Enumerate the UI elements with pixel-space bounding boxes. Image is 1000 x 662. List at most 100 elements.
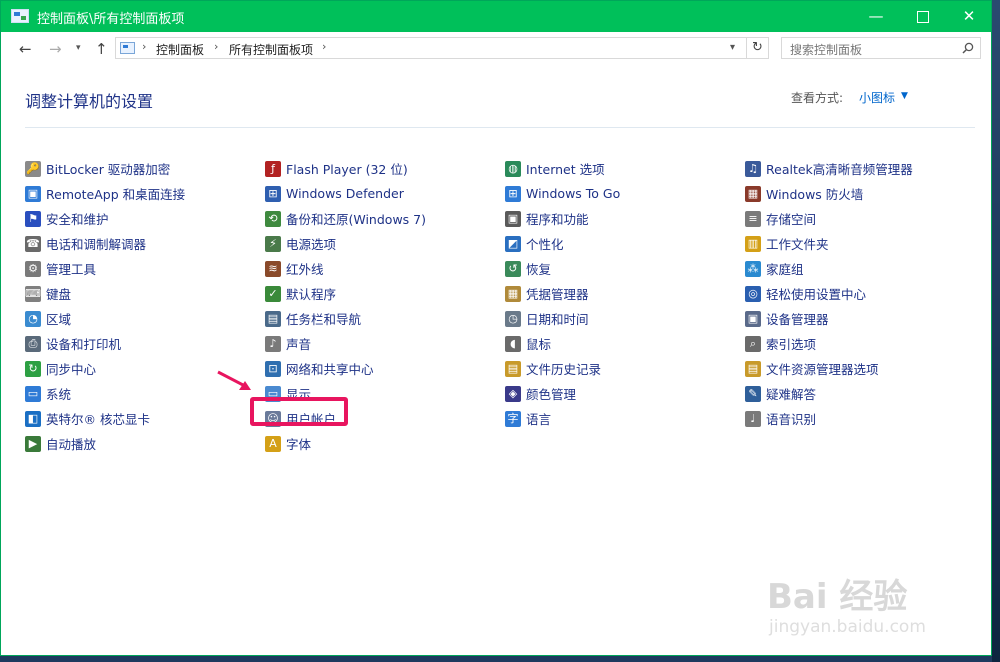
control-panel-item-label[interactable]: 日期和时间	[526, 309, 589, 328]
recent-locations-button[interactable]: ▾	[76, 43, 81, 53]
control-panel-item[interactable]: ▣ RemoteApp 和桌面连接	[25, 181, 255, 206]
forward-button[interactable]: →	[49, 40, 62, 58]
control-panel-item-label[interactable]: 索引选项	[766, 334, 816, 353]
control-panel-item-label[interactable]: 同步中心	[46, 359, 96, 378]
control-panel-item[interactable]: ⁂ 家庭组	[745, 256, 975, 281]
control-panel-item[interactable]: ⊞ Windows Defender	[265, 181, 495, 206]
control-panel-item-label[interactable]: 设备和打印机	[46, 334, 121, 353]
control-panel-item-label[interactable]: 电源选项	[286, 234, 336, 253]
search-input[interactable]: 搜索控制面板	[790, 41, 862, 58]
control-panel-item-label[interactable]: 区域	[46, 309, 71, 328]
control-panel-item[interactable]: ⌨ 键盘	[25, 281, 255, 306]
control-panel-item[interactable]: ▶ 自动播放	[25, 431, 255, 456]
control-panel-item-label[interactable]: 设备管理器	[766, 309, 829, 328]
control-panel-item-label[interactable]: 个性化	[526, 234, 564, 253]
chevron-down-icon[interactable]: ▼	[901, 91, 908, 101]
control-panel-item-label[interactable]: 工作文件夹	[766, 234, 829, 253]
control-panel-item[interactable]: ⌕ 索引选项	[745, 331, 975, 356]
back-button[interactable]: ←	[19, 40, 32, 58]
control-panel-item-label[interactable]: 存储空间	[766, 209, 816, 228]
control-panel-item-label[interactable]: 英特尔® 核芯显卡	[46, 409, 150, 428]
title-bar[interactable]: 控制面板\所有控制面板项 — ✕	[1, 1, 991, 32]
control-panel-item[interactable]: ♫ Realtek高清晰音频管理器	[745, 156, 975, 181]
control-panel-item-label[interactable]: 语音识别	[766, 409, 816, 428]
control-panel-item-label[interactable]: Flash Player (32 位)	[286, 159, 408, 178]
control-panel-item[interactable]: ✎ 疑难解答	[745, 381, 975, 406]
breadcrumb-all-items[interactable]: 所有控制面板项	[229, 41, 313, 58]
control-panel-item-label[interactable]: 任务栏和导航	[286, 309, 361, 328]
control-panel-item[interactable]: ⊞ Windows To Go	[505, 181, 735, 206]
control-panel-item-label[interactable]: 默认程序	[286, 284, 336, 303]
control-panel-item-label[interactable]: 疑难解答	[766, 384, 816, 403]
control-panel-item-label[interactable]: 文件资源管理器选项	[766, 359, 879, 378]
refresh-button[interactable]: ↻	[747, 37, 769, 59]
breadcrumb-separator[interactable]: ›	[214, 40, 218, 53]
control-panel-item[interactable]: ▤ 任务栏和导航	[265, 306, 495, 331]
control-panel-item[interactable]: ◔ 区域	[25, 306, 255, 331]
control-panel-item-label[interactable]: Windows Defender	[286, 186, 404, 201]
control-panel-item[interactable]: ⟲ 备份和还原(Windows 7)	[265, 206, 495, 231]
control-panel-item[interactable]: A 字体	[265, 431, 495, 456]
control-panel-item-label[interactable]: 系统	[46, 384, 71, 403]
control-panel-item[interactable]: ▤ 文件资源管理器选项	[745, 356, 975, 381]
control-panel-item[interactable]: ≡ 存储空间	[745, 206, 975, 231]
control-panel-item-label[interactable]: 备份和还原(Windows 7)	[286, 209, 426, 228]
control-panel-item[interactable]: 字语言	[505, 406, 735, 431]
control-panel-item-label[interactable]: 管理工具	[46, 259, 96, 278]
control-panel-item[interactable]: ♪ 声音	[265, 331, 495, 356]
control-panel-item[interactable]: ⚑ 安全和维护	[25, 206, 255, 231]
control-panel-item-label[interactable]: BitLocker 驱动器加密	[46, 159, 170, 178]
control-panel-item-label[interactable]: 语言	[526, 409, 551, 428]
control-panel-item-label[interactable]: Internet 选项	[526, 159, 605, 178]
control-panel-item-label[interactable]: 网络和共享中心	[286, 359, 374, 378]
control-panel-item[interactable]: ▦ 凭据管理器	[505, 281, 735, 306]
control-panel-item[interactable]: ƒ Flash Player (32 位)	[265, 156, 495, 181]
control-panel-item[interactable]: ▥ 工作文件夹	[745, 231, 975, 256]
control-panel-item[interactable]: ♩ 语音识别	[745, 406, 975, 431]
control-panel-item[interactable]: 🔑 BitLocker 驱动器加密	[25, 156, 255, 181]
control-panel-item[interactable]: ✓ 默认程序	[265, 281, 495, 306]
control-panel-item-label[interactable]: 家庭组	[766, 259, 804, 278]
control-panel-item[interactable]: ◩ 个性化	[505, 231, 735, 256]
control-panel-item-label[interactable]: 凭据管理器	[526, 284, 589, 303]
control-panel-item-label[interactable]: 文件历史记录	[526, 359, 601, 378]
control-panel-item-label[interactable]: RemoteApp 和桌面连接	[46, 184, 185, 203]
control-panel-item[interactable]: ◧ 英特尔® 核芯显卡	[25, 406, 255, 431]
minimize-button[interactable]: —	[853, 1, 899, 32]
control-panel-item-label[interactable]: 颜色管理	[526, 384, 576, 403]
control-panel-item[interactable]: ≋ 红外线	[265, 256, 495, 281]
view-by-dropdown[interactable]: 小图标	[859, 89, 895, 106]
control-panel-item[interactable]: ▣ 设备管理器	[745, 306, 975, 331]
control-panel-item[interactable]: ◎ 轻松使用设置中心	[745, 281, 975, 306]
control-panel-item-label[interactable]: 程序和功能	[526, 209, 589, 228]
control-panel-item[interactable]: ◖ 鼠标	[505, 331, 735, 356]
control-panel-item-label[interactable]: 字体	[286, 434, 311, 453]
control-panel-item[interactable]: ◍ Internet 选项	[505, 156, 735, 181]
control-panel-item[interactable]: ↺ 恢复	[505, 256, 735, 281]
control-panel-item-label[interactable]: 红外线	[286, 259, 324, 278]
control-panel-item[interactable]: ⚡ 电源选项	[265, 231, 495, 256]
control-panel-item-label[interactable]: 键盘	[46, 284, 71, 303]
control-panel-item-label[interactable]: 声音	[286, 334, 311, 353]
control-panel-item-label[interactable]: 轻松使用设置中心	[766, 284, 866, 303]
control-panel-item-label[interactable]: Windows To Go	[526, 186, 620, 201]
control-panel-item[interactable]: ⊡ 网络和共享中心	[265, 356, 495, 381]
breadcrumb-separator[interactable]: ›	[142, 40, 146, 53]
control-panel-item[interactable]: ◈ 颜色管理	[505, 381, 735, 406]
close-button[interactable]: ✕	[946, 1, 992, 32]
control-panel-item[interactable]: ⎙ 设备和打印机	[25, 331, 255, 356]
control-panel-item-label[interactable]: 恢复	[526, 259, 551, 278]
control-panel-item-label[interactable]: 电话和调制解调器	[46, 234, 146, 253]
control-panel-item[interactable]: ⚙ 管理工具	[25, 256, 255, 281]
maximize-button[interactable]	[900, 1, 946, 32]
control-panel-item[interactable]: ◷ 日期和时间	[505, 306, 735, 331]
breadcrumb-separator[interactable]: ›	[322, 40, 326, 53]
control-panel-item-label[interactable]: 鼠标	[526, 334, 551, 353]
address-bar[interactable]: › 控制面板 › 所有控制面板项 › ▾	[115, 37, 747, 59]
control-panel-item[interactable]: ▣ 程序和功能	[505, 206, 735, 231]
control-panel-item-label[interactable]: Realtek高清晰音频管理器	[766, 159, 913, 178]
control-panel-item-label[interactable]: 自动播放	[46, 434, 96, 453]
control-panel-item-label[interactable]: 安全和维护	[46, 209, 109, 228]
up-button[interactable]: ↑	[95, 40, 108, 58]
breadcrumb-control-panel[interactable]: 控制面板	[156, 41, 204, 58]
